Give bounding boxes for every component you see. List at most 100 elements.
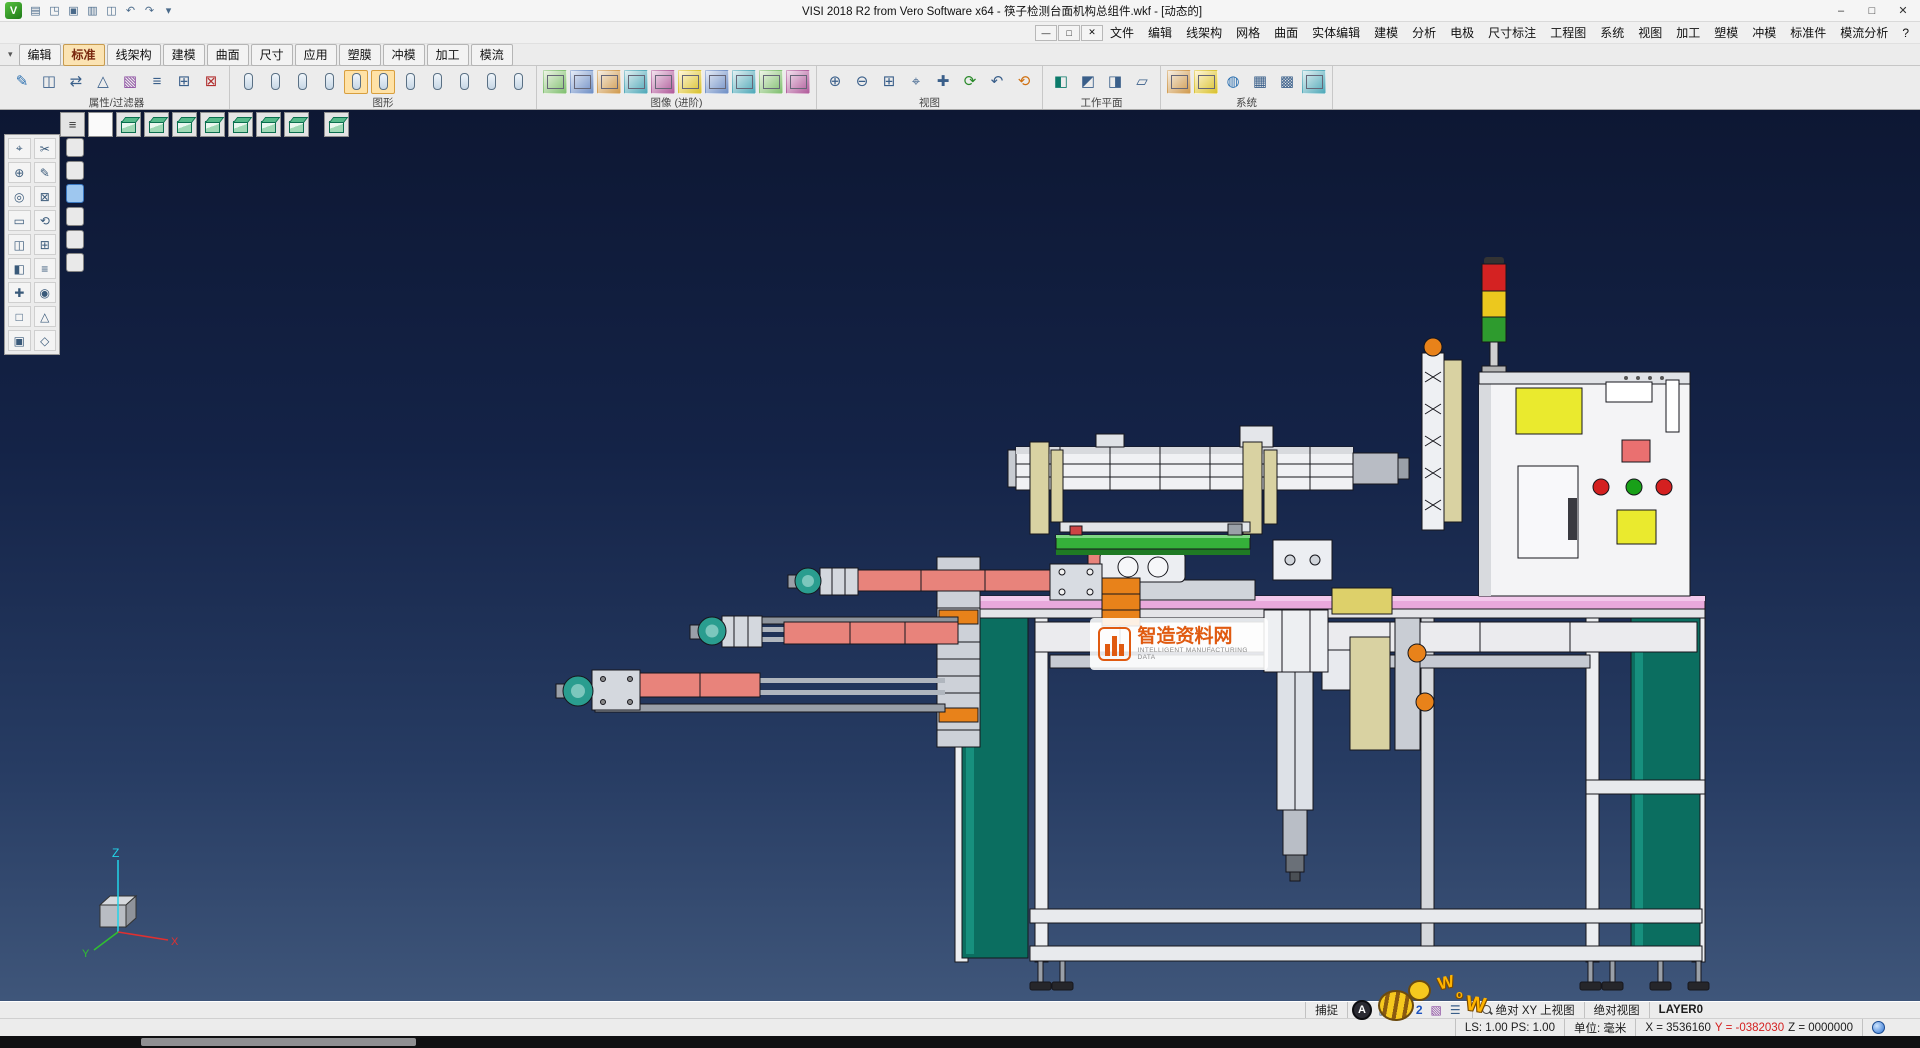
snap-tool-icon[interactable]: ⊕ (8, 162, 31, 183)
section-tool-icon[interactable]: ◧ (8, 258, 31, 279)
graphic-dimension-icon[interactable] (479, 70, 503, 94)
tab-moldflow[interactable]: 模流 (471, 44, 513, 66)
tab-standard[interactable]: 标准 (63, 44, 105, 66)
render-shadow-icon[interactable] (732, 70, 756, 94)
tab-dimension[interactable]: 尺寸 (251, 44, 293, 66)
view-trimetric-cube-button[interactable] (284, 112, 309, 137)
redraw-icon[interactable]: ⟲ (1012, 70, 1036, 94)
graphic-symbol-icon[interactable] (506, 70, 530, 94)
filter-meshes-button[interactable] (66, 253, 84, 272)
graphic-arc-icon[interactable] (290, 70, 314, 94)
menu-mesh[interactable]: 网格 (1229, 22, 1267, 43)
workplane-free-icon[interactable]: ▱ (1130, 70, 1154, 94)
diamond-tool-icon[interactable]: ◇ (34, 330, 57, 351)
menu-modeling[interactable]: 建模 (1367, 22, 1405, 43)
tab-application[interactable]: 应用 (295, 44, 337, 66)
render-wireframe-icon[interactable] (543, 70, 567, 94)
view-menu-button[interactable]: ≡ (60, 112, 85, 137)
tab-machining[interactable]: 加工 (427, 44, 469, 66)
zoom-fit-icon[interactable]: ⌖ (904, 70, 928, 94)
filter-surfaces-button[interactable] (66, 207, 84, 226)
fill-tool-icon[interactable]: ▣ (8, 330, 31, 351)
zoom-window-icon[interactable]: ⊞ (877, 70, 901, 94)
filter-all-button[interactable] (66, 138, 84, 157)
tab-wireframe[interactable]: 线架构 (107, 44, 161, 66)
menu-mold[interactable]: 塑模 (1707, 22, 1745, 43)
filter-wireframe-button[interactable] (66, 184, 84, 203)
system-calculator-icon[interactable]: ▩ (1275, 70, 1299, 94)
menu-file[interactable]: 文件 (1103, 22, 1141, 43)
tab-modeling[interactable]: 建模 (163, 44, 205, 66)
filter-layer-icon[interactable]: ≡ (145, 70, 169, 94)
graphic-text-icon[interactable] (371, 70, 395, 94)
workplane-new-icon[interactable]: ◩ (1076, 70, 1100, 94)
menu-analysis[interactable]: 分析 (1405, 22, 1443, 43)
sketch-tool-icon[interactable]: ✎ (34, 162, 57, 183)
save-icon[interactable]: ▣ (64, 2, 83, 20)
filter-color-icon[interactable]: ▧ (118, 70, 142, 94)
attributes-brush-icon[interactable]: ✎ (10, 70, 34, 94)
graphic-mesh-icon[interactable] (452, 70, 476, 94)
view-iso-cube-button[interactable] (116, 112, 141, 137)
units-display[interactable]: 单位: 毫米 (1564, 1019, 1635, 1036)
menu-dimensioning[interactable]: 尺寸标注 (1481, 22, 1543, 43)
tab-overflow-button[interactable]: ▾ (4, 49, 17, 60)
system-grid-icon[interactable]: ▦ (1248, 70, 1272, 94)
render-shaded-icon[interactable] (597, 70, 621, 94)
tab-surface[interactable]: 曲面 (207, 44, 249, 66)
system-globe-icon[interactable]: ◍ (1221, 70, 1245, 94)
graphic-line-icon[interactable] (263, 70, 287, 94)
filter-solids-button[interactable] (66, 230, 84, 249)
tab-edit[interactable]: 编辑 (19, 44, 61, 66)
layer-button[interactable]: LAYER0 (1649, 1002, 1712, 1018)
redo-icon[interactable]: ↷ (140, 2, 159, 20)
snap-toggle[interactable]: 捕捉 (1305, 1002, 1347, 1018)
select-tool-icon[interactable]: ⌖ (8, 138, 31, 159)
rotate-view-icon[interactable]: ⟳ (958, 70, 982, 94)
undo-icon[interactable]: ↶ (121, 2, 140, 20)
graphic-circle-icon[interactable] (317, 70, 341, 94)
point-tool-icon[interactable]: ◉ (34, 282, 57, 303)
render-quality-icon[interactable] (786, 70, 810, 94)
rotate-tool-icon[interactable]: ⟲ (34, 210, 57, 231)
view-axono-cube-button[interactable] (256, 112, 281, 137)
minimize-button[interactable]: – (1826, 1, 1856, 21)
array-tool-icon[interactable]: ⊞ (34, 234, 57, 255)
menu-die[interactable]: 冲模 (1745, 22, 1783, 43)
add-tool-icon[interactable]: ✚ (8, 282, 31, 303)
absolute-view-button[interactable]: 绝对视图 (1584, 1002, 1649, 1018)
render-background-icon[interactable] (759, 70, 783, 94)
menu-wireframe[interactable]: 线架构 (1179, 22, 1229, 43)
filter-group-icon[interactable]: ⊞ (172, 70, 196, 94)
circle-tool-icon[interactable]: ◎ (8, 186, 31, 207)
delete-tool-icon[interactable]: ⊠ (34, 186, 57, 207)
close-button[interactable]: ✕ (1888, 1, 1918, 21)
network-status-icon[interactable] (1872, 1021, 1885, 1034)
graphic-surface-icon[interactable] (425, 70, 449, 94)
workplane-standard-icon[interactable]: ◧ (1049, 70, 1073, 94)
mirror-tool-icon[interactable]: ◫ (8, 234, 31, 255)
quick-access-caret-icon[interactable]: ▾ (159, 2, 178, 20)
graphic-point-icon[interactable] (236, 70, 260, 94)
render-transparency-icon[interactable] (651, 70, 675, 94)
menu-help[interactable]: ? (1895, 24, 1916, 42)
preview-icon[interactable]: ◫ (102, 2, 121, 20)
view-top-cube-button[interactable] (144, 112, 169, 137)
menu-standard-parts[interactable]: 标准件 (1783, 22, 1833, 43)
filter-points-button[interactable] (66, 161, 84, 180)
mdi-close-button[interactable]: ✕ (1081, 25, 1103, 41)
menu-electrode[interactable]: 电极 (1443, 22, 1481, 43)
zoom-in-icon[interactable]: ⊕ (823, 70, 847, 94)
graphic-solid-icon[interactable] (398, 70, 422, 94)
filter-clear-icon[interactable]: ⊠ (199, 70, 223, 94)
previous-view-icon[interactable]: ↶ (985, 70, 1009, 94)
menu-edit[interactable]: 编辑 (1141, 22, 1179, 43)
menu-moldflow[interactable]: 模流分析 (1833, 22, 1895, 43)
menu-view[interactable]: 视图 (1631, 22, 1669, 43)
rectangle-tool-icon[interactable]: ▭ (8, 210, 31, 231)
system-colors-icon[interactable] (1194, 70, 1218, 94)
taskbar-item[interactable] (141, 1038, 416, 1046)
menu-surface[interactable]: 曲面 (1267, 22, 1305, 43)
attributes-copy-icon[interactable]: ◫ (37, 70, 61, 94)
new-file-icon[interactable]: ▤ (26, 2, 45, 20)
